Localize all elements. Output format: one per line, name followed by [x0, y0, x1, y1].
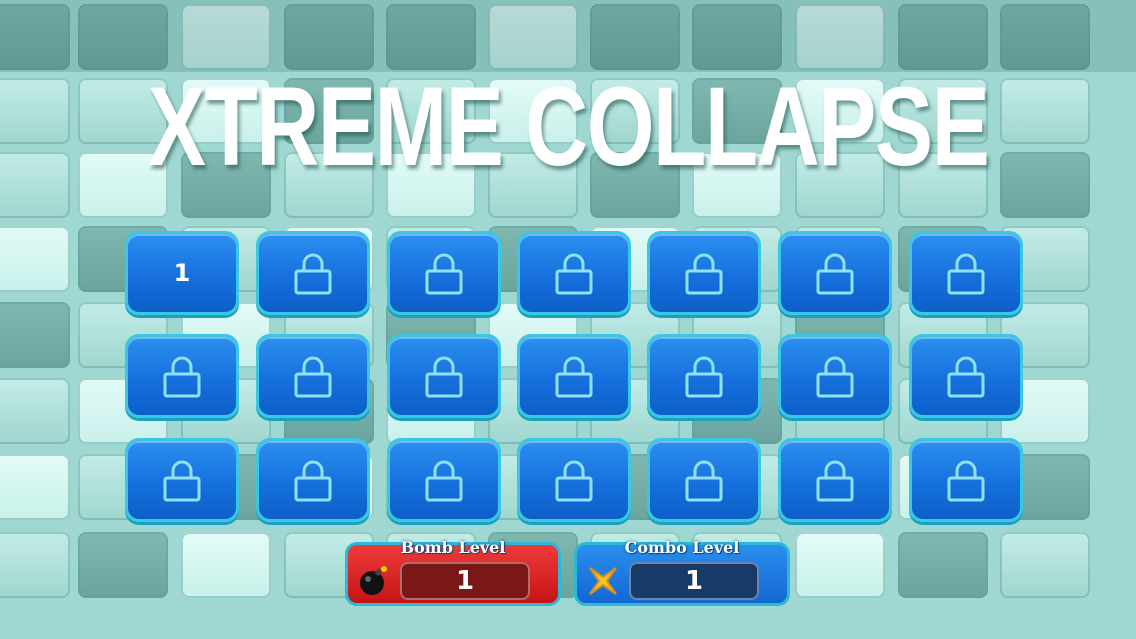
lock-icon [425, 356, 463, 398]
locked-level-button[interactable] [256, 334, 370, 418]
bomb-level-value: 1 [400, 562, 530, 600]
background-tile [898, 532, 988, 598]
game-title: XTREME COLLAPSE [147, 64, 990, 189]
background-tile [78, 532, 168, 598]
background-tile [0, 454, 70, 520]
background-tile [795, 532, 885, 598]
background-tile [0, 152, 70, 218]
lock-icon [555, 460, 593, 502]
bomb-icon [360, 566, 387, 595]
lock-icon [947, 253, 985, 295]
locked-level-button[interactable] [517, 334, 631, 418]
background-tile [0, 302, 70, 368]
background-tile [0, 378, 70, 444]
combo-level-label: Combo Level [624, 538, 740, 557]
lock-icon [685, 460, 723, 502]
lock-icon [163, 460, 201, 502]
lock-icon [685, 356, 723, 398]
lock-icon [947, 356, 985, 398]
background-tile [181, 532, 271, 598]
locked-level-button[interactable] [387, 438, 501, 522]
lock-icon [555, 253, 593, 295]
lock-icon [425, 460, 463, 502]
locked-level-button[interactable] [909, 231, 1023, 315]
locked-level-button[interactable] [387, 334, 501, 418]
lock-icon [294, 460, 332, 502]
bomb-level-label: Bomb Level [400, 538, 506, 557]
bomb-level-panel: Bomb Level 1 [345, 538, 561, 606]
locked-level-button[interactable] [778, 334, 892, 418]
locked-level-button[interactable] [517, 438, 631, 522]
combo-level-panel: Combo Level 1 [574, 538, 790, 606]
lock-icon [163, 356, 201, 398]
background-tile [1000, 78, 1090, 144]
background-tile [1000, 152, 1090, 218]
level-button[interactable]: 1 [125, 231, 239, 315]
locked-level-button[interactable] [647, 438, 761, 522]
level-number: 1 [173, 259, 191, 287]
locked-level-button[interactable] [517, 231, 631, 315]
combo-level-value: 1 [629, 562, 759, 600]
locked-level-button[interactable] [647, 334, 761, 418]
locked-level-button[interactable] [125, 438, 239, 522]
cross-icon [589, 567, 617, 595]
lock-icon [816, 460, 854, 502]
locked-level-button[interactable] [647, 231, 761, 315]
locked-level-button[interactable] [125, 334, 239, 418]
lock-icon [555, 356, 593, 398]
lock-icon [685, 253, 723, 295]
lock-icon [947, 460, 985, 502]
locked-level-button[interactable] [256, 231, 370, 315]
lock-icon [816, 253, 854, 295]
locked-level-button[interactable] [256, 438, 370, 522]
lock-icon [425, 253, 463, 295]
lock-icon [294, 356, 332, 398]
locked-level-button[interactable] [387, 231, 501, 315]
lock-icon [816, 356, 854, 398]
background-tile [1000, 532, 1090, 598]
lock-icon [294, 253, 332, 295]
locked-level-button[interactable] [909, 438, 1023, 522]
background-tile [0, 226, 70, 292]
background-tile [0, 532, 70, 598]
background-tile [0, 78, 70, 144]
locked-level-button[interactable] [909, 334, 1023, 418]
locked-level-button[interactable] [778, 438, 892, 522]
locked-level-button[interactable] [778, 231, 892, 315]
